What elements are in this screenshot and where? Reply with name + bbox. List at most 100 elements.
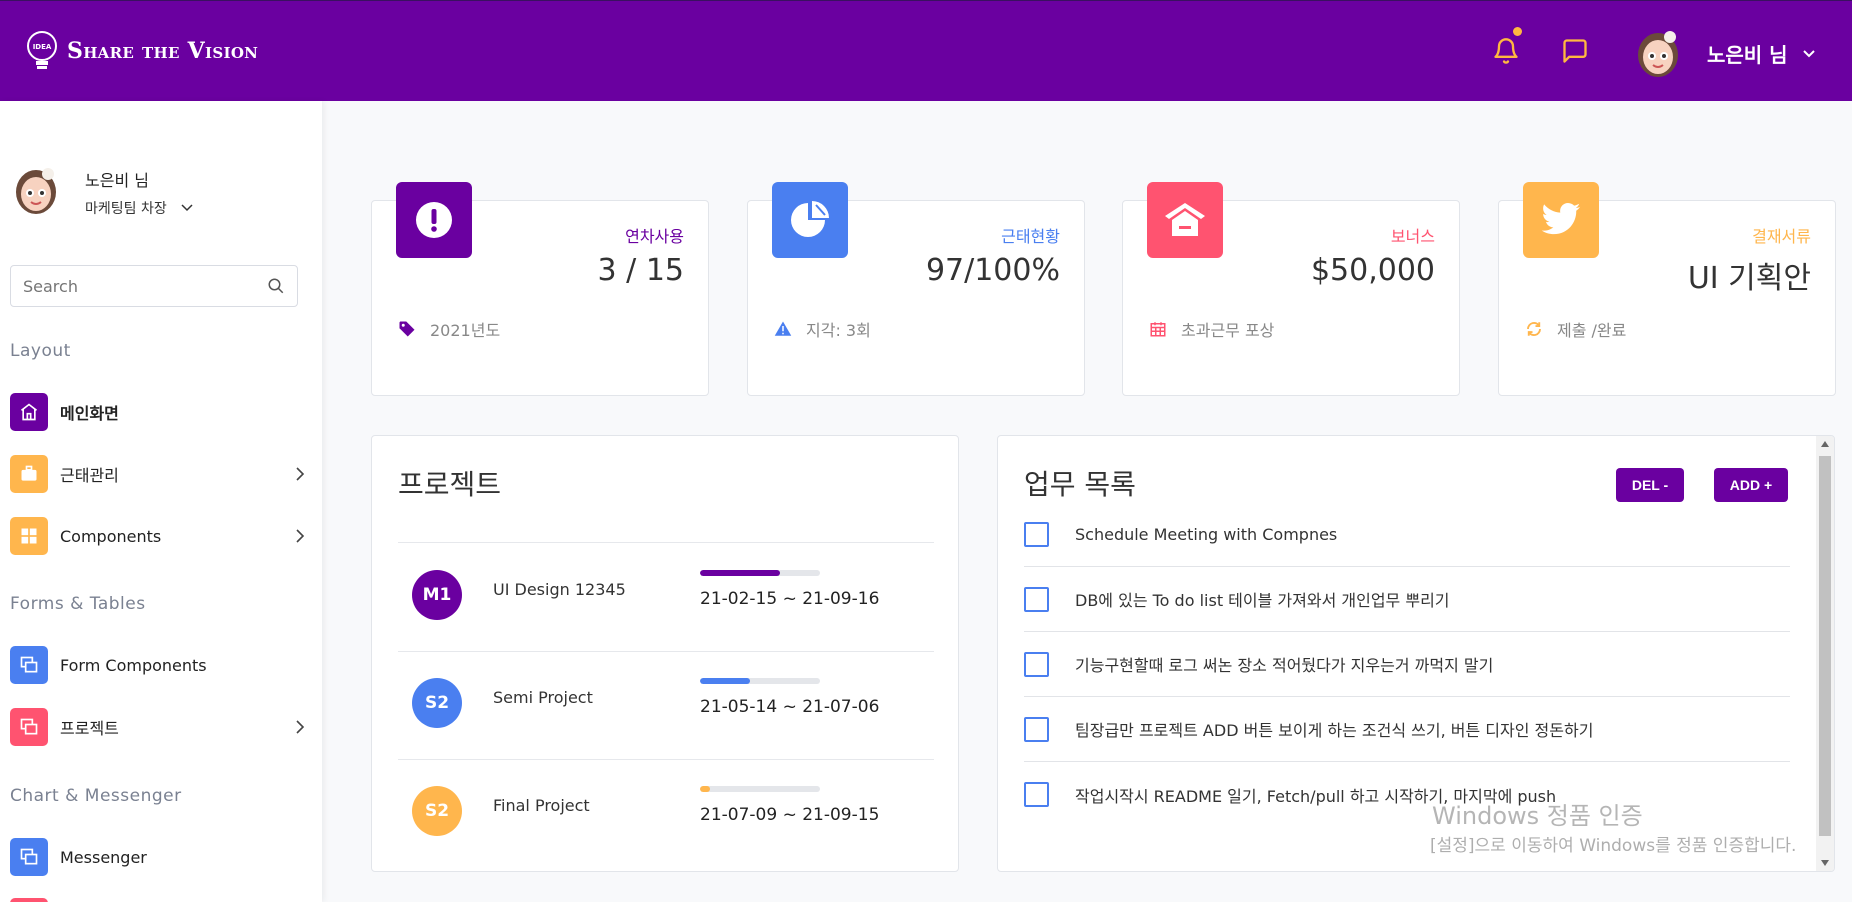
section-layout: Layout (10, 341, 71, 361)
panel-title: 프로젝트 (398, 468, 502, 501)
stat-card-bonus: 보너스 $50,000 초과근무 포상 (1122, 182, 1460, 396)
project-name: Final Project (493, 796, 590, 815)
scroll-thumb[interactable] (1819, 456, 1831, 836)
briefcase-icon (10, 455, 48, 493)
project-name: UI Design 12345 (493, 580, 626, 599)
sidebar-item-label: Components (60, 526, 162, 546)
project-panel: 프로젝트 M1 UI Design 12345 21-02-15 ~ 21-09… (371, 435, 959, 872)
search-input[interactable] (23, 276, 243, 296)
notification-bell-icon[interactable] (1492, 27, 1522, 65)
stat-value: UI 기획안 (1687, 261, 1811, 296)
message-icon[interactable] (1561, 37, 1589, 65)
chevron-right-icon (296, 720, 305, 734)
sidebar-item-label: 메인화면 (60, 404, 119, 423)
task-checkbox[interactable] (1024, 651, 1049, 677)
sidebar-item-project[interactable]: 프로젝트 (10, 707, 305, 747)
task-panel: 업무 목록 DEL - ADD + Schedule Meeting with … (997, 435, 1835, 872)
stat-value: 3 / 15 (597, 253, 684, 288)
divider (398, 542, 934, 543)
task-text: 기능구현할때 로그 써논 장소 적어뒀다가 지우는거 까먹지 말기 (1075, 656, 1494, 675)
section-chart: Chart & Messenger (10, 786, 182, 806)
project-badge: S2 (412, 678, 462, 728)
logo-badge: IDEA (33, 43, 52, 51)
divider (398, 651, 934, 652)
stat-footer: 초과근무 포상 (1149, 317, 1274, 341)
windows-icon (10, 708, 48, 746)
sidebar-avatar-icon (12, 164, 60, 216)
progress-bar (700, 570, 820, 576)
grid-icon (10, 517, 48, 555)
sidebar-item-label: 근태관리 (60, 466, 119, 485)
sidebar-item-attendance[interactable]: 근태관리 (10, 454, 305, 494)
exclamation-icon (396, 182, 472, 258)
scroll-down-arrow-icon[interactable] (1821, 860, 1829, 866)
progress-fill (700, 678, 751, 684)
top-navbar: IDEA Share the Vision 노은비 님 (0, 0, 1852, 101)
task-item: 기능구현할때 로그 써논 장소 적어뒀다가 지우는거 까먹지 말기 (1024, 632, 1790, 697)
chevron-down-icon (181, 204, 193, 212)
sidebar: 노은비 님 마케팅팀 차장 Layout 메인화면 근태관리 Component… (0, 101, 322, 902)
panel-title: 업무 목록 (1024, 468, 1136, 501)
twitter-icon (1523, 182, 1599, 258)
project-dates: 21-05-14 ~ 21-07-06 (700, 697, 880, 717)
task-item: 팀장급만 프로젝트 ADD 버튼 보이게 하는 조건식 쓰기, 버튼 디자인 정… (1024, 697, 1790, 762)
watermark-subtitle: [설정]으로 이동하여 Windows를 정품 인증합니다. (1430, 836, 1797, 856)
logo-text: Share the Vision (67, 38, 259, 64)
sidebar-user-role[interactable]: 마케팅팀 차장 (85, 198, 193, 218)
progress-fill (700, 786, 710, 792)
sidebar-item-label: Form Components (60, 655, 207, 675)
stat-card-documents: 결재서류 UI 기획안 제출 /완료 (1498, 182, 1836, 396)
section-forms: Forms & Tables (10, 594, 146, 614)
home-icon (1147, 182, 1223, 258)
windows-icon (10, 838, 48, 876)
pie-chart-icon (772, 182, 848, 258)
stat-footer-text: 제출 /완료 (1557, 321, 1627, 340)
project-badge: S2 (412, 786, 462, 836)
scroll-up-arrow-icon[interactable] (1821, 441, 1829, 447)
user-menu[interactable]: 노은비 님 (1707, 39, 1816, 68)
stat-label: 결재서류 (1752, 227, 1811, 246)
notification-dot (1513, 27, 1522, 36)
lightbulb-logo-icon: IDEA (25, 29, 59, 73)
delete-task-button[interactable]: DEL - (1616, 468, 1684, 502)
project-name: Semi Project (493, 688, 593, 707)
stat-card-attendance: 근태현황 97/100% 지각: 3회 (747, 182, 1085, 396)
task-checkbox[interactable] (1024, 521, 1049, 547)
home-icon (10, 393, 48, 431)
tag-icon (399, 321, 415, 337)
logo[interactable]: IDEA Share the Vision (25, 29, 258, 73)
warning-icon (774, 321, 792, 336)
task-scrollbar[interactable] (1816, 436, 1834, 871)
refresh-icon (1527, 321, 1541, 337)
watermark-title: Windows 정품 인증 (1432, 802, 1643, 830)
stat-footer-text: 2021년도 (430, 321, 501, 340)
stat-footer: 2021년도 (398, 317, 500, 341)
windows-icon (10, 646, 48, 684)
stat-label: 근태현황 (1001, 227, 1060, 246)
calendar-icon (1150, 322, 1166, 337)
task-item: Schedule Meeting with Compnes (1024, 502, 1790, 567)
add-task-button[interactable]: ADD + (1714, 468, 1788, 502)
task-checkbox[interactable] (1024, 782, 1049, 807)
project-badge: M1 (412, 570, 462, 620)
task-checkbox[interactable] (1024, 716, 1049, 742)
sidebar-next-item-icon (10, 898, 48, 902)
project-dates: 21-07-09 ~ 21-09-15 (700, 805, 880, 825)
progress-fill (700, 570, 781, 576)
user-avatar-icon[interactable] (1634, 27, 1682, 79)
progress-bar (700, 786, 820, 792)
stat-footer-text: 초과근무 포상 (1181, 321, 1275, 340)
task-text: Schedule Meeting with Compnes (1075, 524, 1338, 544)
user-name: 노은비 님 (1707, 43, 1788, 67)
sidebar-item-form-components[interactable]: Form Components (10, 645, 305, 685)
sidebar-item-components[interactable]: Components (10, 516, 305, 556)
task-checkbox[interactable] (1024, 586, 1049, 612)
sidebar-item-messenger[interactable]: Messenger (10, 837, 305, 877)
task-item: DB에 있는 To do list 테이블 가져와서 개인업무 뿌리기 (1024, 567, 1790, 632)
chevron-right-icon (296, 467, 305, 481)
stat-label: 보너스 (1390, 227, 1435, 246)
stat-footer: 제출 /완료 (1525, 317, 1626, 341)
search-icon[interactable] (267, 277, 285, 295)
task-text: DB에 있는 To do list 테이블 가져와서 개인업무 뿌리기 (1075, 591, 1450, 610)
sidebar-item-main[interactable]: 메인화면 (10, 392, 305, 432)
